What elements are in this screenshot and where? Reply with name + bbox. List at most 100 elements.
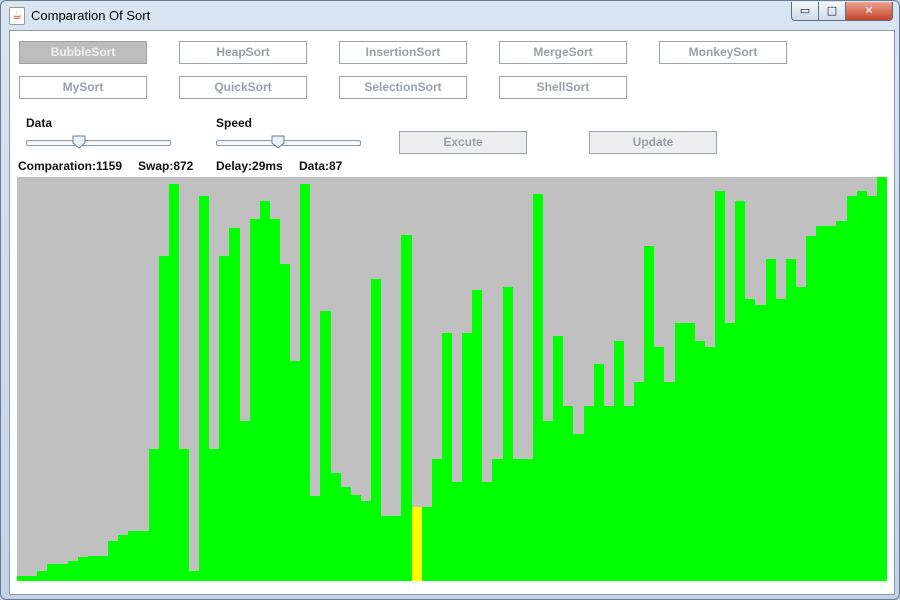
bar-65 [675, 323, 685, 581]
data-slider-label: Data [26, 116, 53, 130]
bar-75 [776, 299, 786, 581]
bar-9 [108, 541, 118, 581]
bar-82 [847, 196, 857, 581]
bar-84 [867, 196, 877, 581]
bar-71 [735, 201, 745, 581]
bar-14 [159, 256, 169, 581]
speed-slider-label: Speed [216, 116, 253, 130]
title-bar[interactable]: ☕ Comparation Of Sort ▭ □ ✕ [1, 1, 899, 30]
bar-63 [654, 347, 664, 581]
bar-20 [219, 256, 229, 581]
insertionsort-button[interactable]: InsertionSort [339, 41, 467, 64]
bar-64 [664, 382, 675, 581]
bar-4 [57, 564, 68, 581]
bar-3 [47, 564, 57, 581]
sort-visualization-chart [17, 177, 887, 581]
bar-30 [320, 311, 331, 581]
bar-54 [563, 406, 573, 581]
bar-69 [715, 191, 725, 581]
bar-49 [513, 459, 523, 581]
close-button[interactable]: ✕ [845, 2, 893, 21]
bar-74 [766, 259, 776, 581]
bar-24 [260, 201, 270, 581]
bar-34 [361, 501, 371, 581]
bar-23 [250, 219, 260, 581]
bar-0 [17, 576, 27, 581]
swap-count: Swap:872 [138, 159, 194, 173]
comparation-count: Comparation:1159 [18, 159, 123, 173]
bar-47 [492, 459, 503, 581]
speed-slider-thumb[interactable] [271, 135, 285, 149]
bar-61 [634, 382, 644, 581]
data-slider-thumb[interactable] [72, 135, 86, 149]
bar-38 [401, 235, 412, 581]
bar-12 [138, 531, 149, 581]
data-slider[interactable] [26, 140, 171, 146]
bar-46 [482, 482, 492, 581]
bar-41 [432, 459, 442, 581]
bar-16 [179, 449, 189, 581]
bar-19 [209, 449, 219, 581]
bar-33 [351, 495, 361, 581]
execute-button[interactable]: Excute [399, 131, 527, 154]
bar-10 [118, 535, 128, 581]
bar-27 [290, 361, 300, 581]
bar-40 [422, 507, 432, 581]
bar-32 [341, 487, 351, 581]
bar-56 [584, 406, 594, 581]
bar-53 [553, 336, 563, 581]
bar-13 [149, 449, 159, 581]
selectionsort-button[interactable]: SelectionSort [339, 76, 467, 99]
bar-83 [857, 191, 867, 581]
bar-58 [604, 406, 614, 581]
speed-slider[interactable] [216, 140, 361, 146]
bar-18 [199, 196, 209, 581]
bar-6 [78, 557, 88, 581]
maximize-button[interactable]: □ [818, 2, 846, 21]
mysort-button[interactable]: MySort [19, 76, 147, 99]
bar-29 [310, 496, 320, 581]
bar-50 [523, 459, 533, 581]
bar-52 [543, 421, 553, 581]
quicksort-button[interactable]: QuickSort [179, 76, 307, 99]
bar-36 [381, 516, 391, 581]
bar-73 [755, 305, 766, 581]
bar-76 [786, 259, 796, 581]
bar-43 [452, 482, 462, 581]
bar-31 [331, 473, 341, 581]
bar-78 [806, 236, 816, 581]
bar-25 [270, 219, 280, 581]
bar-51 [533, 194, 543, 581]
bar-21 [229, 228, 240, 581]
bar-42 [442, 333, 452, 581]
bar-81 [836, 221, 847, 581]
update-button[interactable]: Update [589, 131, 717, 154]
bar-2 [37, 571, 47, 581]
bar-72 [745, 299, 755, 581]
bar-45 [472, 290, 482, 581]
heapsort-button[interactable]: HeapSort [179, 41, 307, 64]
bar-8 [98, 556, 108, 581]
bar-85 [877, 177, 887, 581]
main-panel: BubbleSort HeapSort InsertionSort MergeS… [9, 30, 895, 595]
bar-17 [189, 571, 199, 581]
bar-11 [128, 531, 138, 581]
bar-55 [573, 434, 584, 581]
bar-1 [27, 576, 37, 581]
minimize-button[interactable]: ▭ [791, 2, 819, 21]
bar-66 [685, 323, 695, 581]
bar-15 [169, 184, 179, 581]
bar-39 [412, 507, 422, 581]
bar-62 [644, 246, 654, 581]
bar-7 [88, 556, 98, 581]
bar-57 [594, 364, 604, 581]
bubblesort-button[interactable]: BubbleSort [19, 41, 147, 64]
shellsort-button[interactable]: ShellSort [499, 76, 627, 99]
bar-28 [300, 184, 310, 581]
monkeysort-button[interactable]: MonkeySort [659, 41, 787, 64]
bar-37 [391, 516, 401, 581]
bar-35 [371, 279, 381, 581]
bar-59 [614, 341, 624, 581]
mergesort-button[interactable]: MergeSort [499, 41, 627, 64]
bar-77 [796, 287, 806, 581]
